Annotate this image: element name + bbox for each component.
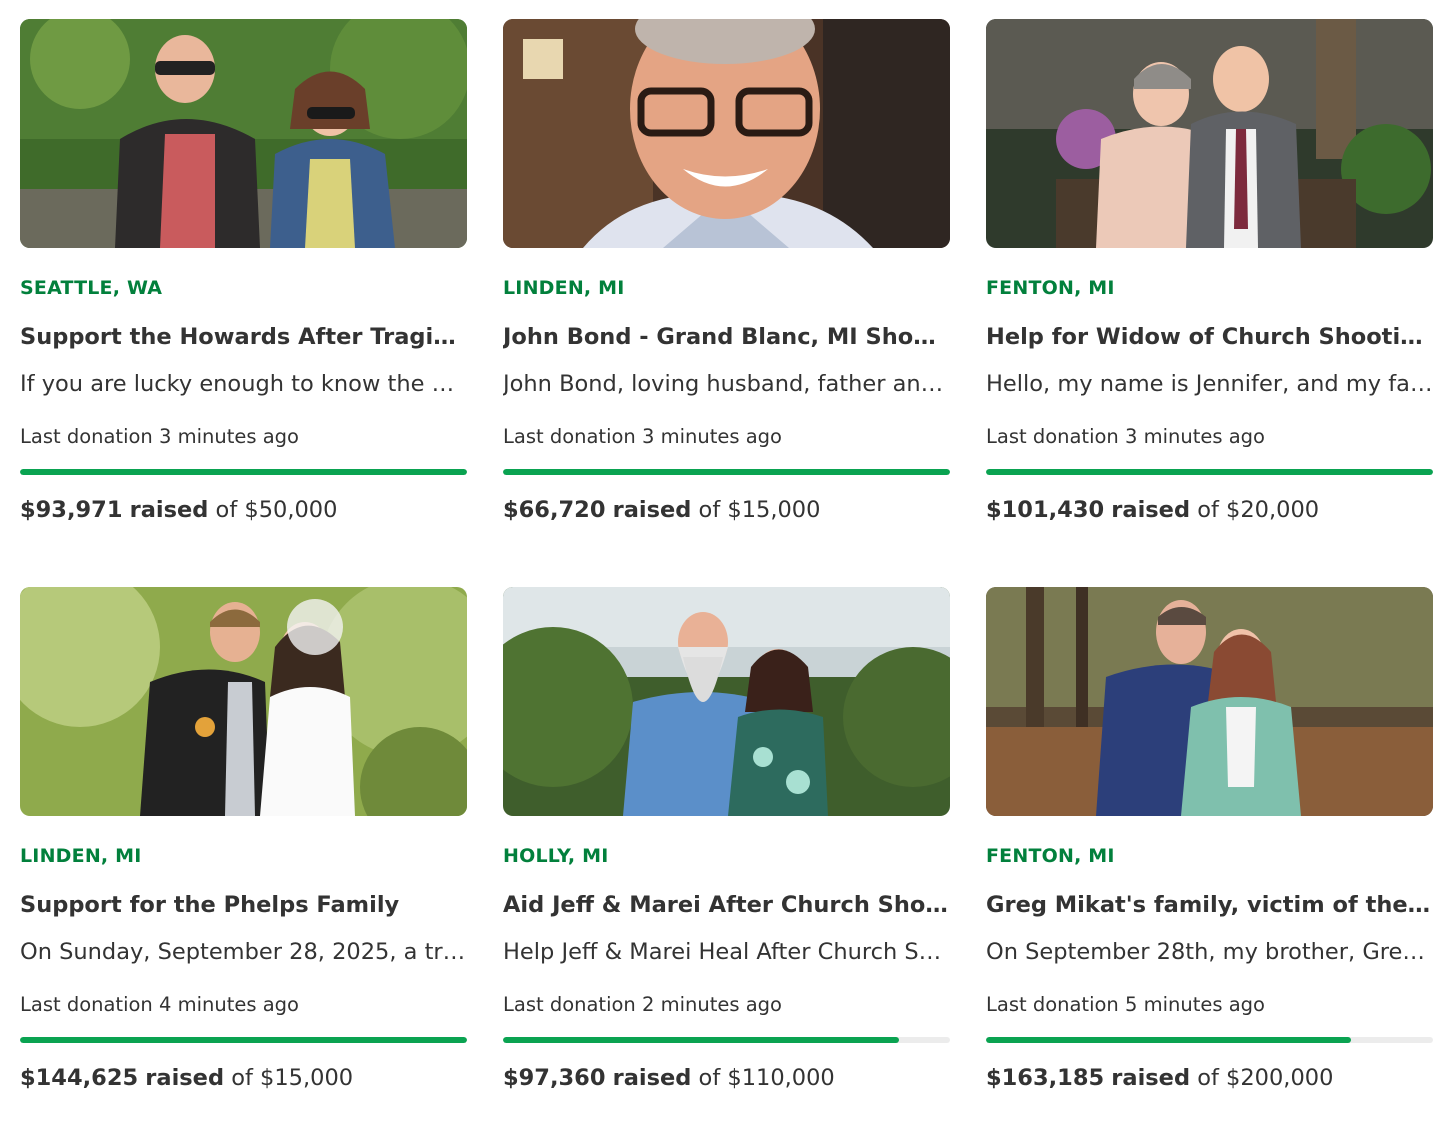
fundraiser-card[interactable]: FENTON, MI Greg Mikat's family, victim o… [986, 587, 1433, 1115]
fundraiser-card[interactable]: FENTON, MI Help for Widow of Church Shoo… [986, 19, 1433, 547]
progress-fill [503, 1037, 899, 1043]
campaign-photo[interactable] [503, 587, 950, 816]
amount-raised: $101,430 raised of $20,000 [986, 495, 1433, 525]
campaign-location: FENTON, MI [986, 845, 1115, 867]
amount-raised: $144,625 raised of $15,000 [20, 1063, 467, 1093]
goal-amount: $15,000 [260, 1065, 354, 1091]
campaign-excerpt: Hello, my name is Jennifer, and my fathe… [986, 371, 1433, 397]
wedding-couple-photo [20, 587, 467, 816]
last-donation-text: Last donation 4 minutes ago [20, 993, 299, 1016]
goal-amount: $20,000 [1226, 497, 1320, 523]
campaign-location: LINDEN, MI [20, 845, 142, 867]
goal-amount: $50,000 [244, 497, 338, 523]
amount-raised: $93,971 raised of $50,000 [20, 495, 467, 525]
progress-fill [503, 469, 950, 475]
raised-label: raised [145, 1065, 225, 1091]
campaign-photo[interactable] [20, 19, 467, 248]
last-donation-text: Last donation 3 minutes ago [20, 425, 299, 448]
older-couple-photo [20, 19, 467, 248]
campaign-excerpt: If you are lucky enough to know the Howa… [20, 371, 467, 397]
couple-formal-photo [986, 19, 1433, 248]
campaign-title[interactable]: Support the Howards After Tragic Grand B… [20, 322, 467, 352]
fundraiser-card[interactable]: HOLLY, MI Aid Jeff & Marei After Church … [503, 587, 950, 1115]
progress-bar [20, 1037, 467, 1043]
campaign-photo[interactable] [986, 19, 1433, 248]
progress-fill [986, 469, 1433, 475]
fundraiser-card[interactable]: SEATTLE, WA Support the Howards After Tr… [20, 19, 467, 547]
amount-raised: $163,185 raised of $200,000 [986, 1063, 1433, 1093]
goal-amount: $15,000 [727, 497, 821, 523]
raised-amount: $93,971 [20, 497, 123, 523]
goal-amount: $110,000 [727, 1065, 835, 1091]
raised-label: raised [1111, 497, 1191, 523]
campaign-location: SEATTLE, WA [20, 277, 163, 299]
campaign-title[interactable]: Aid Jeff & Marei After Church Shooting [503, 890, 950, 920]
raised-label: raised [1111, 1065, 1191, 1091]
fundraiser-grid: SEATTLE, WA Support the Howards After Tr… [20, 19, 1433, 1115]
raised-amount: $101,430 [986, 497, 1105, 523]
campaign-title[interactable]: John Bond - Grand Blanc, MI Shooting Vic… [503, 322, 950, 352]
raised-label: raised [612, 1065, 692, 1091]
campaign-photo[interactable] [20, 587, 467, 816]
raised-amount: $66,720 [503, 497, 606, 523]
goal-amount: $200,000 [1226, 1065, 1334, 1091]
raised-label: raised [129, 497, 209, 523]
progress-fill [986, 1037, 1351, 1043]
progress-bar [503, 1037, 950, 1043]
couple-autumn-photo [986, 587, 1433, 816]
progress-bar [986, 1037, 1433, 1043]
campaign-location: FENTON, MI [986, 277, 1115, 299]
raised-amount: $144,625 [20, 1065, 139, 1091]
of-label: of [1197, 497, 1219, 523]
last-donation-text: Last donation 3 minutes ago [503, 425, 782, 448]
of-label: of [1197, 1065, 1219, 1091]
campaign-photo[interactable] [986, 587, 1433, 816]
campaign-excerpt: John Bond, loving husband, father and gr… [503, 371, 950, 397]
campaign-title[interactable]: Help for Widow of Church Shooting Victim [986, 322, 1433, 352]
campaign-excerpt: Help Jeff & Marei Heal After Church Shoo… [503, 939, 950, 965]
amount-raised: $66,720 raised of $15,000 [503, 495, 950, 525]
raised-amount: $97,360 [503, 1065, 606, 1091]
of-label: of [698, 497, 721, 523]
bearded-man-woman-photo [503, 587, 950, 816]
raised-label: raised [612, 497, 692, 523]
raised-amount: $163,185 [986, 1065, 1105, 1091]
of-label: of [215, 497, 238, 523]
campaign-title[interactable]: Support for the Phelps Family [20, 890, 467, 920]
progress-fill [20, 469, 467, 475]
campaign-excerpt: On September 28th, my brother, Greg Mika… [986, 939, 1433, 965]
campaign-title[interactable]: Greg Mikat's family, victim of the Grand… [986, 890, 1433, 920]
smiling-man-photo [503, 19, 950, 248]
amount-raised: $97,360 raised of $110,000 [503, 1063, 950, 1093]
last-donation-text: Last donation 5 minutes ago [986, 993, 1265, 1016]
campaign-photo[interactable] [503, 19, 950, 248]
fundraiser-card[interactable]: LINDEN, MI Support for the Phelps Family… [20, 587, 467, 1115]
of-label: of [231, 1065, 253, 1091]
campaign-excerpt: On Sunday, September 28, 2025, a tragedy [20, 939, 467, 965]
campaign-location: HOLLY, MI [503, 845, 609, 867]
progress-bar [20, 469, 467, 475]
fundraiser-card[interactable]: LINDEN, MI John Bond - Grand Blanc, MI S… [503, 19, 950, 547]
of-label: of [698, 1065, 721, 1091]
progress-bar [503, 469, 950, 475]
progress-bar [986, 469, 1433, 475]
last-donation-text: Last donation 2 minutes ago [503, 993, 782, 1016]
campaign-location: LINDEN, MI [503, 277, 625, 299]
progress-fill [20, 1037, 467, 1043]
last-donation-text: Last donation 3 minutes ago [986, 425, 1265, 448]
